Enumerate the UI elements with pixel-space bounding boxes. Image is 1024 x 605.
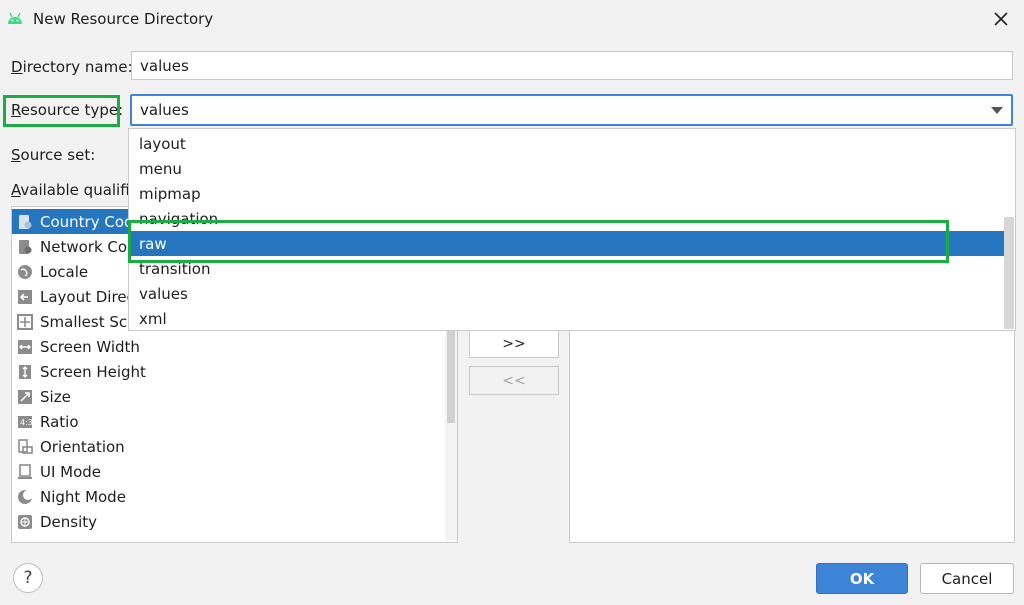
dropdown-option-mipmap[interactable]: mipmap [129, 181, 1004, 206]
orientation-icon [16, 438, 34, 456]
layout-direction-icon [16, 288, 34, 306]
cancel-button[interactable]: Cancel [920, 563, 1014, 594]
raw-option-highlight [128, 220, 949, 263]
svg-text:4:3: 4:3 [20, 418, 33, 427]
qualifier-item-size[interactable]: Size [12, 384, 442, 409]
size-icon [16, 388, 34, 406]
qualifier-item-screen-width[interactable]: Screen Width [12, 334, 442, 359]
qualifier-item-screen-height[interactable]: Screen Height [12, 359, 442, 384]
help-button[interactable]: ? [13, 563, 43, 593]
directory-name-label: Directory name: [11, 58, 133, 76]
density-icon [16, 513, 34, 531]
window-title: New Resource Directory [33, 10, 214, 28]
dropdown-scrollbar-thumb[interactable] [1004, 217, 1014, 329]
android-icon [8, 12, 22, 24]
close-icon[interactable] [994, 12, 1008, 26]
resource-type-value: values [140, 101, 189, 119]
close-button[interactable] [990, 8, 1012, 30]
night-mode-icon [16, 488, 34, 506]
qualifier-item-orientation[interactable]: Orientation [12, 434, 442, 459]
globe-icon [16, 263, 34, 281]
directory-name-value: values [140, 56, 189, 75]
dropdown-arrow-icon[interactable] [991, 107, 1003, 114]
smallest-screen-icon [16, 313, 34, 331]
network-code-icon [16, 238, 34, 256]
dropdown-option-menu[interactable]: menu [129, 156, 1004, 181]
remove-qualifier-button[interactable]: << [469, 366, 559, 395]
country-code-icon [16, 213, 34, 231]
qualifier-item-ratio[interactable]: 4:3 Ratio [12, 409, 442, 434]
ratio-icon: 4:3 [16, 413, 34, 431]
qualifier-item-ui-mode[interactable]: UI Mode [12, 459, 442, 484]
available-qualifiers-label: Available qualifier [11, 181, 146, 199]
help-icon[interactable]: ? [23, 568, 32, 588]
qualifier-item-night-mode[interactable]: Night Mode [12, 484, 442, 509]
add-qualifier-button[interactable]: >> [469, 329, 559, 358]
ok-button[interactable]: OK [816, 563, 908, 594]
title-bar: New Resource Directory [0, 0, 1024, 40]
screen-width-icon [16, 338, 34, 356]
screen-height-icon [16, 363, 34, 381]
qualifier-item-density[interactable]: Density [12, 509, 442, 534]
directory-name-field[interactable]: values [131, 51, 1013, 80]
resource-type-label-highlight [3, 95, 120, 127]
resource-type-combobox[interactable]: values [130, 94, 1013, 126]
ui-mode-icon [16, 463, 34, 481]
source-set-label: Source set: [11, 146, 96, 164]
dropdown-option-values[interactable]: values [129, 281, 1004, 306]
dropdown-option-layout[interactable]: layout [129, 131, 1004, 156]
dropdown-option-xml[interactable]: xml [129, 306, 1004, 331]
